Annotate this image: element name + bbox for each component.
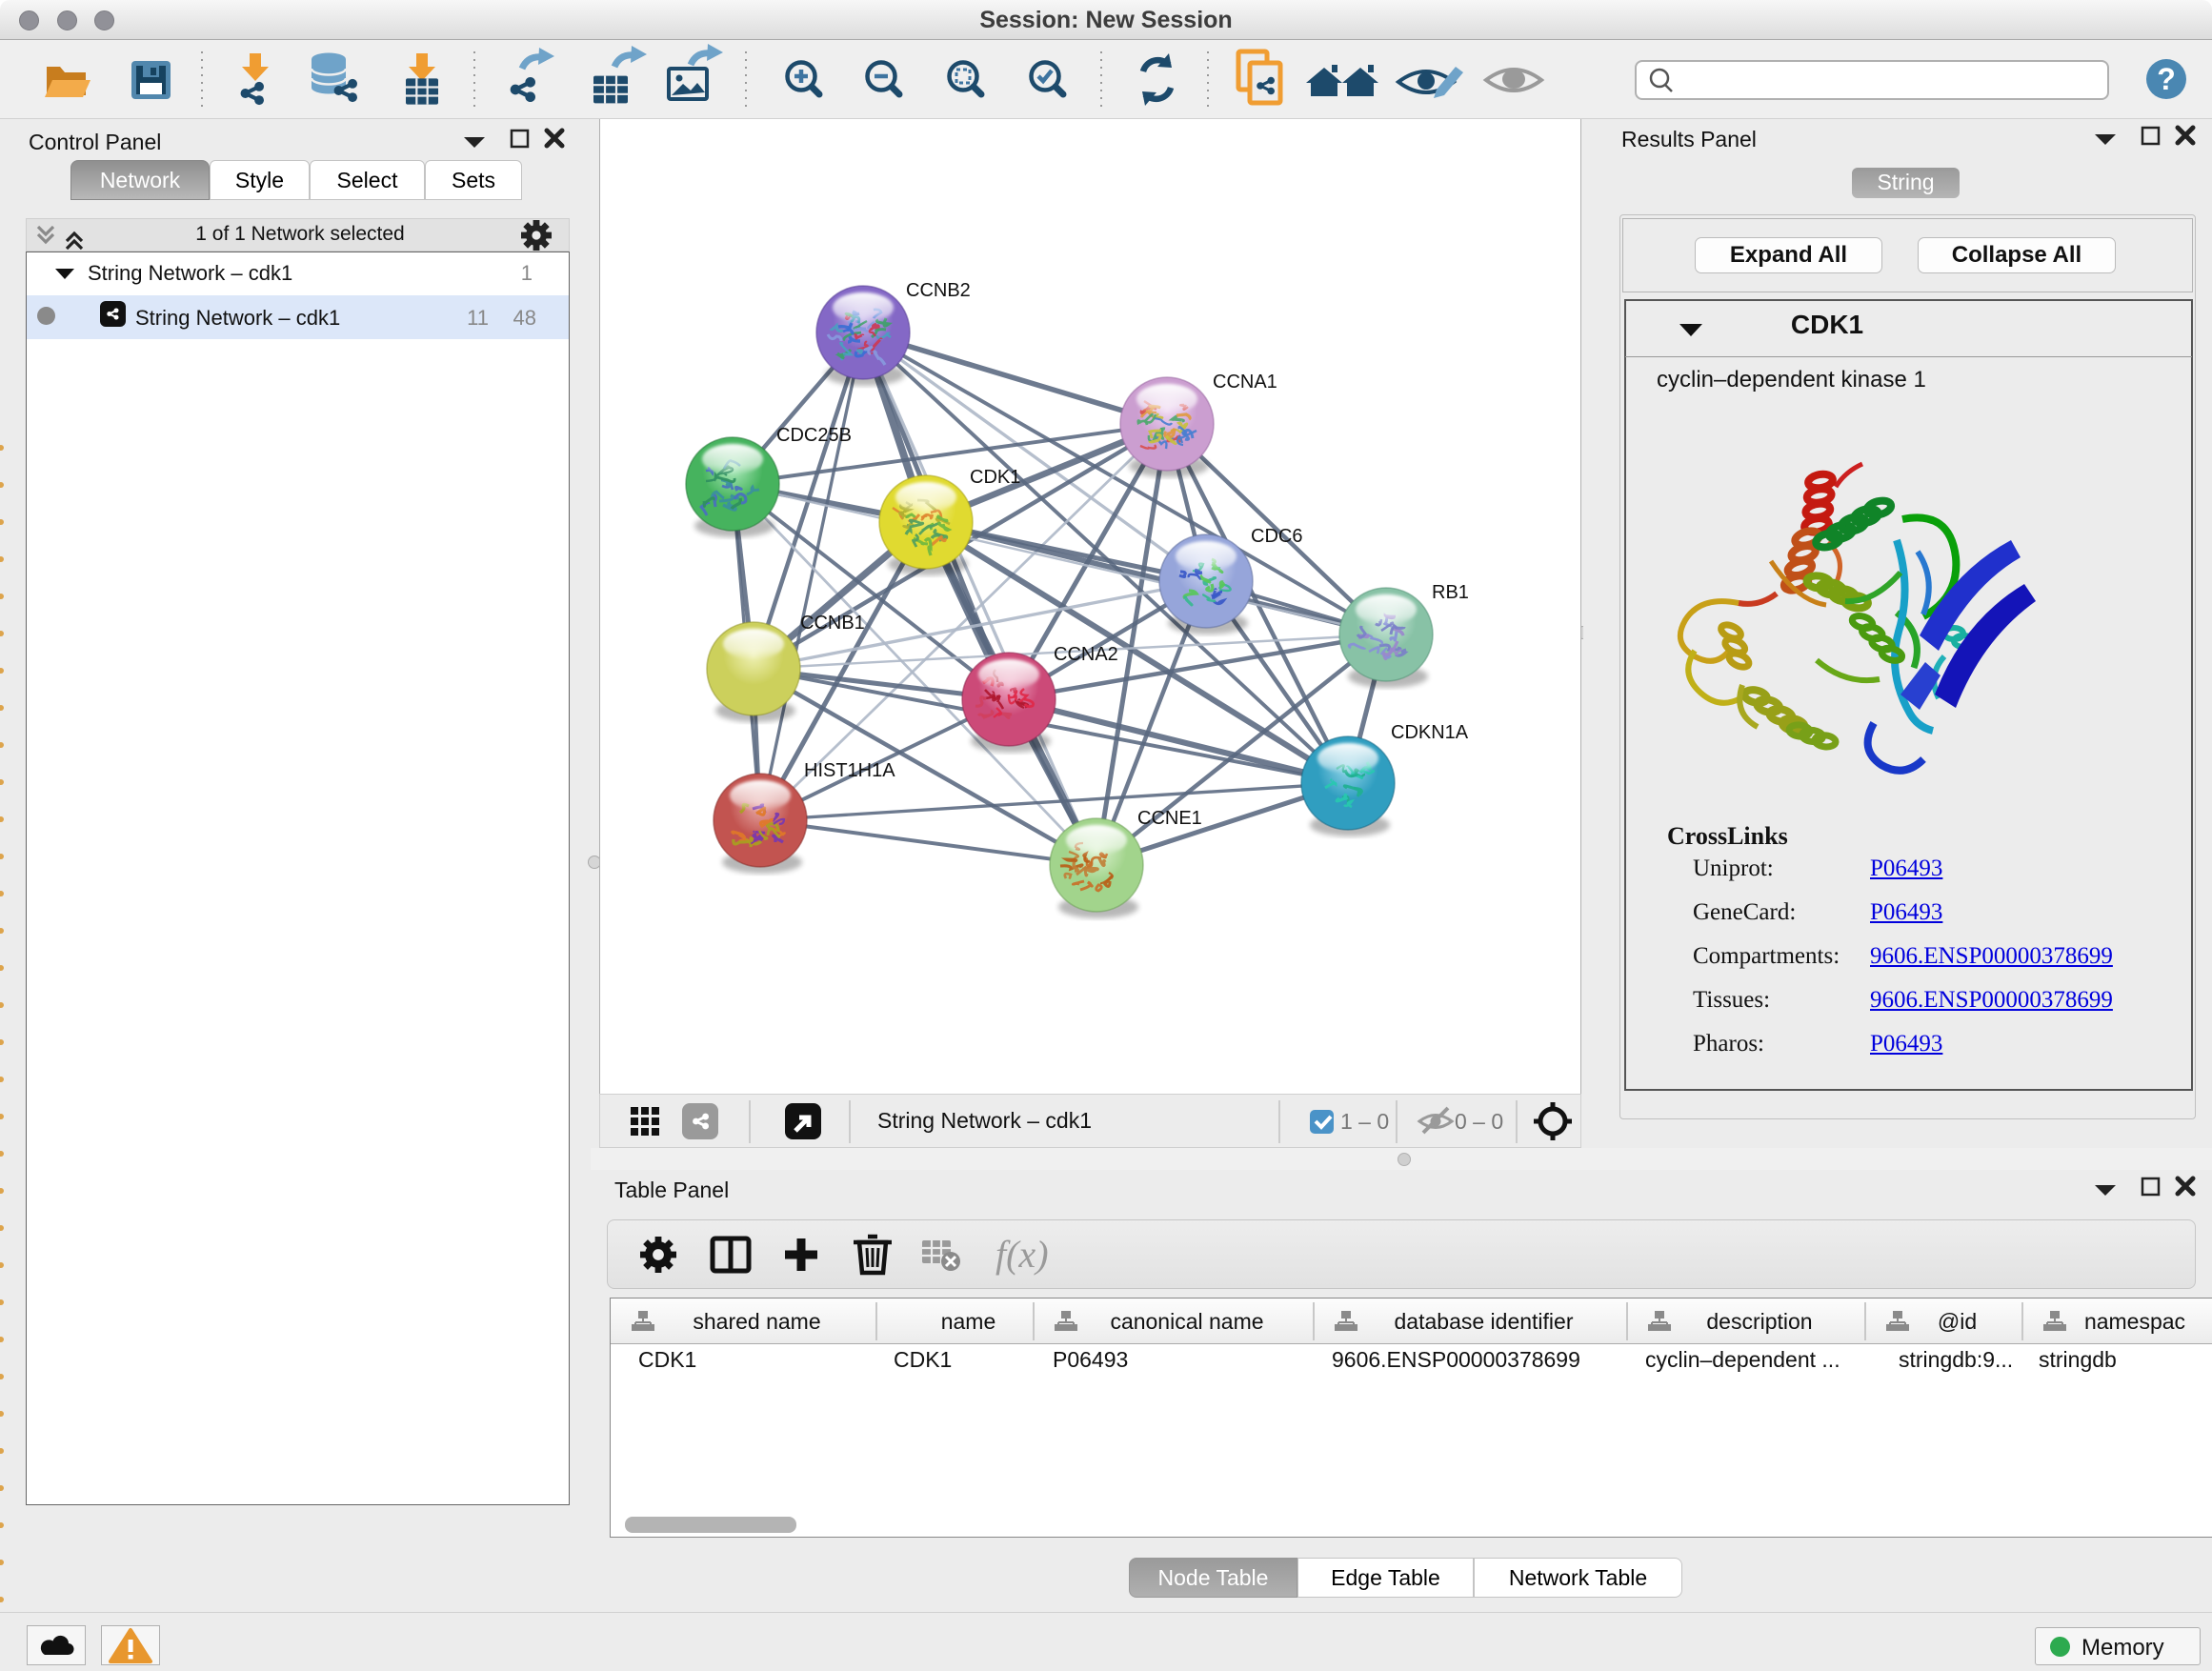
svg-text:@id: @id [1938, 1309, 1977, 1334]
svg-text:database identifier: database identifier [1395, 1309, 1574, 1334]
svg-text:description: description [1706, 1309, 1812, 1334]
svg-text:canonical name: canonical name [1110, 1309, 1263, 1334]
svg-text:?: ? [2157, 62, 2176, 96]
svg-text:name: name [941, 1309, 996, 1334]
svg-text:shared name: shared name [693, 1309, 820, 1334]
svg-text:namespac: namespac [2084, 1309, 2185, 1334]
svg-text:f(x): f(x) [995, 1233, 1049, 1276]
